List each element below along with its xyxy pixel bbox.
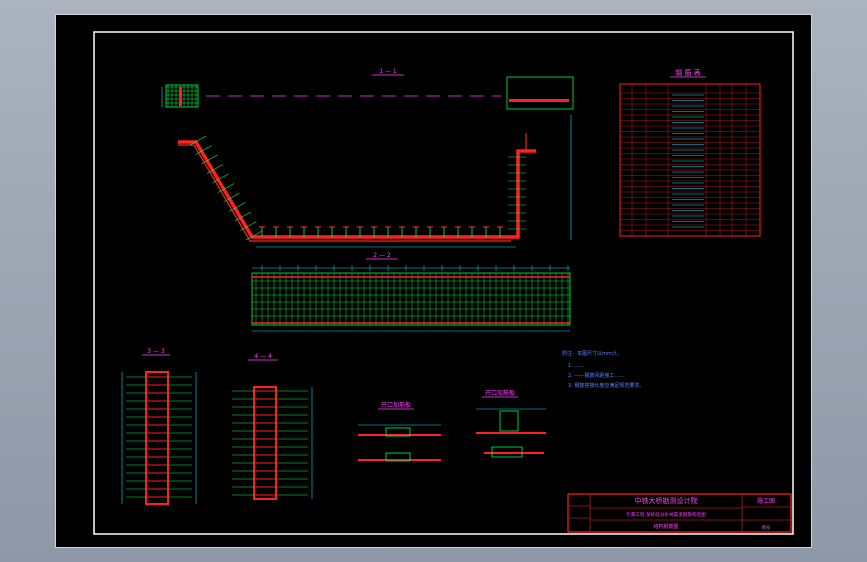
section-4-4-title: 4 — 4	[254, 353, 272, 360]
sheet-border	[93, 31, 794, 535]
detail-a: 开口加筋板	[358, 401, 441, 462]
title-block-company: 中铁大桥勘测设计院	[635, 496, 698, 505]
section-1-1-left-pier	[161, 84, 199, 108]
section-2-2: 2 — 2	[251, 252, 571, 332]
channel-cross-section	[178, 115, 572, 248]
material-table-grid	[620, 84, 760, 236]
title-block-stage: 施工图	[757, 497, 775, 505]
section-1-1-right-pier	[506, 76, 574, 110]
cad-viewport[interactable]: 1 — 1 2 — 2 钢 筋 表 3 — 3 4 — 4 开口加筋板 开口加筋…	[55, 14, 812, 548]
rebar-material-table: 钢 筋 表	[619, 68, 761, 237]
slope-distribution-bars	[189, 135, 263, 241]
detail-b-title: 开口加筋板	[485, 389, 515, 397]
detail-a-title: 开口加筋板	[381, 401, 411, 409]
note-line-1: 1. ……	[568, 363, 584, 369]
note-line-0: 附注：本图尺寸以mm计。	[562, 350, 622, 357]
note-line-3: 3. 钢筋搭接长度应满足规范要求。	[568, 382, 644, 389]
section-3-3-title: 3 — 3	[147, 348, 165, 355]
section-1-1: 1 — 1	[161, 68, 574, 110]
title-block: 中铁大桥勘测设计院 引黄工程 某标段分水闸渠道钢筋构造图 结构钢筋图 施工图 图…	[567, 493, 792, 533]
title-block-drawing-no: 图号	[762, 525, 771, 531]
title-block-project: 引黄工程 某标段分水闸渠道钢筋构造图	[626, 511, 706, 518]
note-line-2: 2. ——钢筋间距施工……	[568, 372, 624, 379]
detail-b: 开口加筋板	[476, 389, 546, 458]
section-2-2-title: 2 — 2	[373, 252, 391, 259]
cad-drawing-canvas: 1 — 1 2 — 2 钢 筋 表 3 — 3 4 — 4 开口加筋板 开口加筋…	[93, 31, 794, 535]
section-4-4: 4 — 4	[232, 353, 313, 500]
material-table-title: 钢 筋 表	[675, 68, 700, 77]
section-1-1-title: 1 — 1	[379, 68, 397, 75]
section-3-3: 3 — 3	[121, 348, 197, 505]
slab-rebar-grid	[252, 265, 570, 325]
title-block-sheet-title: 结构钢筋图	[653, 523, 678, 530]
general-notes: 附注：本图尺寸以mm计。 1. …… 2. ——钢筋间距施工…… 3. 钢筋搭接…	[562, 350, 644, 389]
